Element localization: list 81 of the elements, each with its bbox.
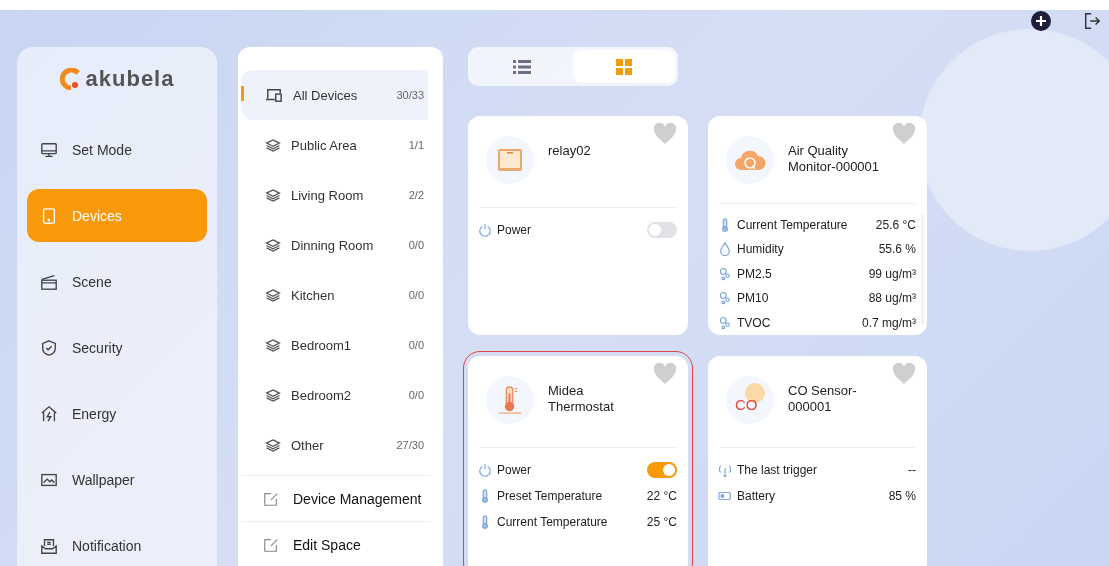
attribute-value: 99 ug/m³	[868, 266, 916, 281]
attribute-label: The last trigger	[737, 463, 819, 477]
tablet-icon	[40, 206, 58, 225]
space-item[interactable]: Bedroom1 0/0	[241, 320, 428, 370]
layers-icon	[265, 237, 281, 253]
list-icon	[513, 58, 531, 75]
layers-icon	[265, 437, 281, 453]
attribute-label: Power	[497, 223, 532, 237]
attribute-label: PM10	[737, 291, 770, 306]
edit-icon	[263, 537, 279, 553]
heart-icon[interactable]	[892, 123, 916, 145]
attribute-label: Current Temperature	[737, 217, 849, 232]
edit-icon	[263, 490, 279, 507]
device-name: relay02	[548, 142, 592, 159]
bubbles-icon	[718, 291, 732, 306]
space-action[interactable]: Edit Space	[241, 522, 431, 566]
house-bolt-icon	[40, 404, 58, 423]
thermometer-icon	[496, 384, 524, 416]
heart-icon[interactable]	[653, 363, 677, 385]
signal-icon	[718, 463, 732, 477]
heart-icon[interactable]	[653, 123, 677, 145]
sidebar-item[interactable]: Scene	[27, 255, 207, 308]
clapperboard-icon	[40, 272, 58, 291]
monitor-icon	[40, 140, 58, 159]
shield-icon	[40, 338, 58, 357]
sidebar-item[interactable]: Notification	[27, 519, 207, 566]
attribute-value: 55.6 %	[878, 242, 916, 257]
device-name: CO Sensor-000001	[788, 382, 858, 415]
layers-icon	[265, 387, 281, 403]
device-name: Midea Thermostat	[548, 382, 615, 415]
bubbles-icon	[718, 315, 732, 330]
attribute-value: 85 %	[888, 489, 916, 503]
attribute-value: 88 ug/m³	[868, 291, 916, 306]
space-item[interactable]: Kitchen 0/0	[241, 270, 428, 320]
space-item[interactable]: Living Room 2/2	[241, 170, 428, 220]
attribute-value: 25 °C	[646, 515, 677, 529]
sidebar-item[interactable]: Energy	[27, 387, 207, 440]
device-card[interactable]: Air Quality Monitor-000001 Current Temperature 25.6 °C Humidity 55.6 % PM2.5 99 ug/m³ PM10 88 ug/m³ TVOC 0.7 mg/m³	[708, 116, 927, 335]
power-icon	[478, 463, 492, 477]
attribute-label: TVOC	[737, 315, 772, 330]
attribute-label: PM2.5	[737, 266, 773, 281]
bubbles-icon	[718, 266, 732, 281]
space-item[interactable]: Public Area 1/1	[241, 120, 428, 170]
add-icon[interactable]	[1031, 10, 1051, 31]
power-switch[interactable]	[647, 462, 677, 478]
inbox-icon	[40, 536, 58, 555]
space-item[interactable]: All Devices 30/33	[241, 70, 428, 120]
device-card[interactable]: CO CO Sensor-000001 The last trigger -- Battery 85 %	[708, 356, 927, 566]
attribute-value: 22 °C	[646, 489, 677, 503]
attribute-label: Power	[497, 463, 532, 477]
sidebar-item[interactable]: Security	[27, 321, 207, 374]
space-action[interactable]: Device Management	[241, 476, 431, 522]
grid-view-button[interactable]	[573, 50, 675, 83]
layers-icon	[265, 287, 281, 303]
logo-text: akubela	[85, 65, 175, 92]
sidebar-item[interactable]: Set Mode	[27, 123, 207, 176]
attribute-value: 25.6 °C	[875, 217, 916, 232]
space-item[interactable]: Bedroom2 0/0	[241, 370, 428, 420]
heart-icon[interactable]	[892, 363, 916, 385]
device-card[interactable]: relay02 Power	[468, 116, 688, 335]
attribute-label: Preset Temperature	[497, 489, 604, 503]
power-icon	[478, 223, 492, 237]
layers-icon	[265, 187, 281, 203]
grid-icon	[616, 58, 632, 75]
attribute-value: --	[908, 463, 916, 477]
droplet-icon	[718, 242, 732, 257]
logo-mark-icon	[59, 67, 82, 90]
devices-icon	[265, 87, 283, 103]
space-item[interactable]: Other 27/30	[241, 420, 428, 470]
layers-icon	[265, 337, 281, 353]
attribute-label: Humidity	[737, 242, 785, 257]
attribute-value: 0.7 mg/m³	[862, 315, 916, 330]
power-switch[interactable]	[647, 222, 677, 238]
device-name: Air Quality Monitor-000001	[788, 142, 881, 175]
attribute-label: Current Temperature	[497, 515, 609, 529]
attribute-label: Battery	[737, 489, 776, 503]
sidebar-item[interactable]: Wallpaper	[27, 453, 207, 506]
layers-icon	[265, 137, 281, 153]
logout-icon[interactable]	[1083, 10, 1101, 31]
space-item[interactable]: Dinning Room 0/0	[241, 220, 428, 270]
battery-icon	[718, 489, 732, 503]
